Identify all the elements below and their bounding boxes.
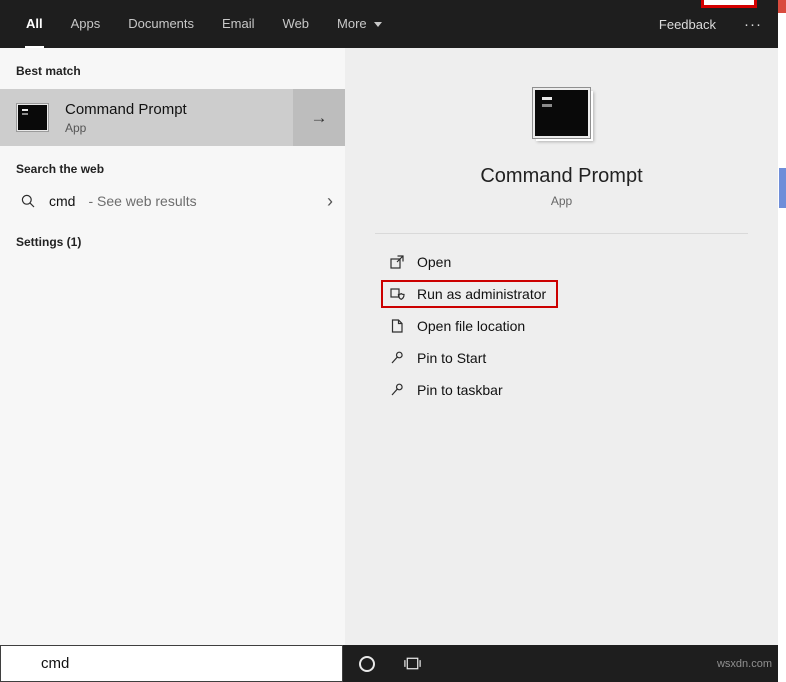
action-open-label: Open bbox=[417, 254, 452, 270]
pin-icon bbox=[391, 383, 403, 396]
web-search-result[interactable]: cmd - See web results › bbox=[0, 183, 345, 219]
taskbar: wsxdn.com bbox=[0, 645, 778, 682]
results-panel: Best match Command Prompt App → Search t… bbox=[0, 48, 345, 645]
preview-title: Command Prompt bbox=[480, 165, 643, 187]
cortana-icon[interactable] bbox=[359, 655, 375, 672]
action-pin-to-start-label: Pin to Start bbox=[417, 350, 487, 366]
tab-apps[interactable]: Apps bbox=[57, 0, 115, 48]
watermark: wsxdn.com bbox=[716, 657, 772, 670]
right-arrow-icon: → bbox=[310, 107, 328, 127]
dropdown-arrow-icon bbox=[373, 22, 382, 28]
tab-more[interactable]: More bbox=[323, 0, 396, 48]
best-match-text: Command Prompt App bbox=[65, 100, 187, 135]
web-suffix: - See web results bbox=[88, 193, 197, 209]
cropped-red-box-artifact bbox=[701, 0, 757, 8]
web-query: cmd bbox=[49, 193, 76, 209]
taskbar-search-box[interactable] bbox=[0, 645, 343, 682]
pin-icon bbox=[391, 351, 403, 364]
open-icon bbox=[390, 255, 404, 269]
best-match-result[interactable]: Command Prompt App → bbox=[0, 89, 345, 146]
search-input[interactable] bbox=[39, 654, 342, 673]
tab-web[interactable]: Web bbox=[269, 0, 324, 48]
page-edge-strip bbox=[778, 0, 786, 682]
more-options-icon[interactable]: ··· bbox=[744, 16, 762, 33]
action-pin-to-taskbar-label: Pin to taskbar bbox=[417, 382, 503, 398]
best-match-main[interactable]: Command Prompt App bbox=[0, 89, 293, 146]
best-match-header: Best match bbox=[16, 64, 81, 78]
admin-shield-icon bbox=[390, 288, 405, 300]
search-icon bbox=[21, 194, 35, 208]
blue-artifact bbox=[779, 168, 786, 208]
divider bbox=[375, 233, 748, 234]
action-open-file-location[interactable]: Open file location bbox=[381, 310, 778, 342]
best-match-subtitle: App bbox=[65, 121, 87, 135]
chevron-right-icon: › bbox=[327, 191, 333, 211]
action-open-file-location-label: Open file location bbox=[417, 318, 526, 334]
file-location-icon bbox=[391, 319, 403, 333]
expand-result-button[interactable]: → bbox=[293, 89, 345, 146]
action-pin-to-taskbar[interactable]: Pin to taskbar bbox=[381, 374, 778, 406]
tab-more-label: More bbox=[337, 16, 367, 31]
search-web-header: Search the web bbox=[16, 162, 105, 176]
windows-search-screen: All Apps Documents Email Web More Feedba… bbox=[0, 0, 786, 682]
red-artifact bbox=[778, 0, 786, 13]
taskbar-icons bbox=[359, 654, 422, 673]
action-run-as-administrator[interactable]: Run as administrator bbox=[381, 278, 778, 310]
settings-header: Settings (1) bbox=[16, 235, 82, 249]
action-open[interactable]: Open bbox=[381, 246, 778, 278]
tab-web-label: Web bbox=[282, 16, 310, 31]
tab-all[interactable]: All bbox=[12, 0, 57, 48]
search-content: Best match Command Prompt App → Search t… bbox=[0, 48, 778, 645]
tab-apps-label: Apps bbox=[70, 16, 101, 31]
command-prompt-icon-large bbox=[532, 87, 591, 139]
tab-email-label: Email bbox=[222, 16, 255, 31]
tab-all-label: All bbox=[26, 16, 43, 31]
tab-documents[interactable]: Documents bbox=[114, 0, 208, 48]
tab-email[interactable]: Email bbox=[208, 0, 269, 48]
search-flyout: All Apps Documents Email Web More Feedba… bbox=[0, 0, 778, 682]
tab-documents-label: Documents bbox=[128, 16, 195, 31]
preview-subtitle: App bbox=[550, 194, 573, 208]
best-match-title: Command Prompt bbox=[65, 101, 187, 118]
action-run-as-administrator-label: Run as administrator bbox=[417, 286, 547, 302]
task-view-icon[interactable] bbox=[403, 654, 422, 673]
command-prompt-icon bbox=[16, 103, 49, 132]
preview-panel: Command Prompt App Open Run as administr… bbox=[345, 48, 778, 645]
feedback-button[interactable]: Feedback bbox=[651, 17, 724, 32]
action-list: Open Run as administrator Open file loca… bbox=[345, 246, 778, 406]
action-pin-to-start[interactable]: Pin to Start bbox=[381, 342, 778, 374]
search-filter-bar: All Apps Documents Email Web More Feedba… bbox=[0, 0, 778, 48]
